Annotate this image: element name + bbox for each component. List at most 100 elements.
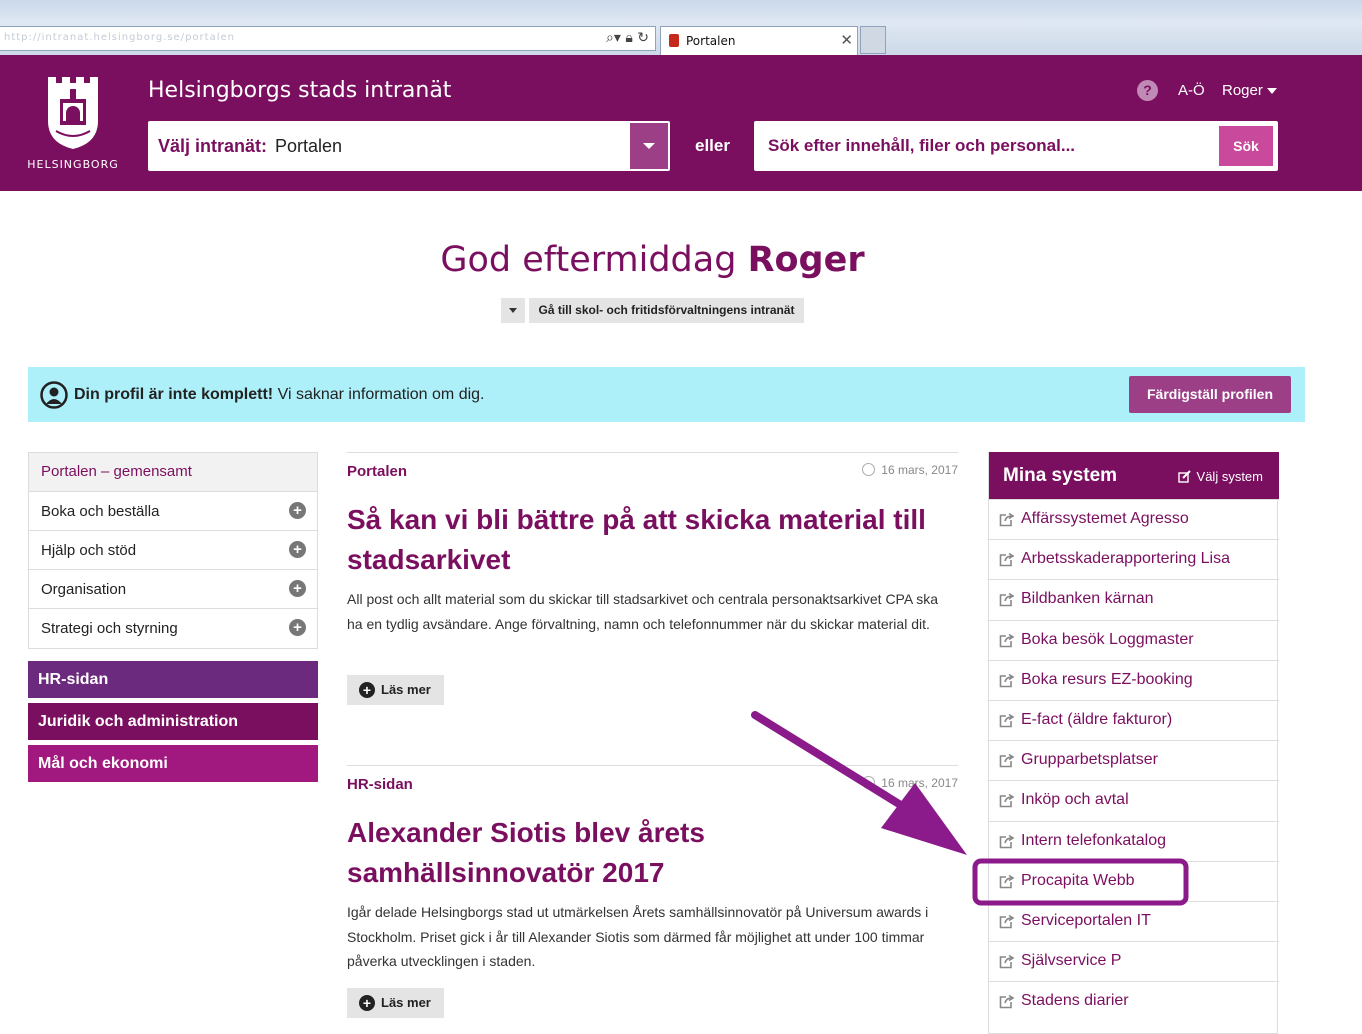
- browser-chrome: http://intranat.helsingborg.se/portalen …: [0, 0, 1362, 55]
- article-title[interactable]: Alexander Siotis blev årets samhällsinno…: [347, 813, 947, 893]
- system-link[interactable]: Stadens diarier: [989, 981, 1279, 1021]
- article-source[interactable]: HR-sidan: [347, 776, 413, 793]
- juridik-button[interactable]: Juridik och administration: [28, 703, 318, 740]
- system-link-label: Inköp och avtal: [1021, 791, 1129, 809]
- external-link-icon: [999, 874, 1015, 889]
- nav-item-label: Organisation: [41, 581, 127, 598]
- article-source[interactable]: Portalen: [347, 463, 407, 480]
- goto-dropdown-button[interactable]: [501, 298, 525, 323]
- expand-plus-icon[interactable]: +: [289, 502, 306, 519]
- search-field[interactable]: Sök efter innehåll, filer och personal..…: [754, 121, 1278, 171]
- refresh-icon[interactable]: ↻: [637, 30, 649, 46]
- mal-ekonomi-button[interactable]: Mål och ekonomi: [28, 745, 318, 782]
- system-link-label: Grupparbetsplatser: [1021, 751, 1158, 769]
- hr-sidan-button[interactable]: HR-sidan: [28, 661, 318, 698]
- external-link-icon: [999, 512, 1015, 527]
- read-more-label: Läs mer: [381, 682, 431, 697]
- nav-head-portalen[interactable]: Portalen – gemensamt: [29, 453, 317, 492]
- system-link[interactable]: Boka resurs EZ-booking: [989, 659, 1279, 700]
- read-more-button[interactable]: + Läs mer: [347, 675, 444, 705]
- intranet-select[interactable]: Välj intranät: Portalen: [148, 121, 670, 171]
- system-link[interactable]: Procapita Webb: [989, 860, 1279, 901]
- user-menu[interactable]: Roger: [1222, 82, 1277, 99]
- browser-tab[interactable]: Portalen ✕: [660, 26, 858, 55]
- helsingborg-logo[interactable]: HELSINGBORG: [26, 75, 120, 175]
- nav-item-hjalp[interactable]: Hjälp och stöd +: [29, 531, 317, 570]
- tab-title: Portalen: [686, 34, 736, 48]
- address-controls[interactable]: ⌕▾ 🔒︎ ↻: [606, 30, 649, 46]
- read-more-label: Läs mer: [381, 995, 431, 1010]
- external-link-icon: [999, 834, 1015, 848]
- external-link-icon: [999, 754, 1015, 768]
- left-navigation: Portalen – gemensamt Boka och beställa + …: [28, 452, 318, 649]
- system-link-label: Boka besök Loggmaster: [1021, 630, 1194, 648]
- my-systems-panel: Mina system Välj system Affärssystemet A…: [988, 452, 1279, 1034]
- plus-circle-icon: +: [359, 995, 375, 1011]
- system-link[interactable]: Serviceportalen IT: [989, 901, 1279, 941]
- system-link[interactable]: Inköp och avtal: [989, 780, 1279, 820]
- choose-systems-link[interactable]: Välj system: [1177, 469, 1263, 484]
- address-bar[interactable]: http://intranat.helsingborg.se/portalen …: [0, 26, 656, 51]
- divider: [347, 765, 958, 766]
- system-link-label: Intern telefonkatalog: [1021, 831, 1166, 849]
- dropdown-toggle-icon[interactable]: [630, 123, 668, 169]
- system-link-label: Stadens diarier: [1021, 992, 1129, 1010]
- system-link-label: Arbetsskaderapportering Lisa: [1021, 550, 1231, 568]
- article-body: All post och allt material som du skicka…: [347, 591, 939, 632]
- plus-circle-icon: +: [359, 682, 375, 698]
- article-title[interactable]: Så kan vi bli bättre på att skicka mater…: [347, 500, 947, 580]
- system-link[interactable]: E-fact (äldre fakturor): [989, 700, 1279, 740]
- site-title[interactable]: Helsingborgs stads intranät: [148, 78, 451, 103]
- banner-text: Din profil är inte komplett! Vi saknar i…: [74, 386, 484, 404]
- banner-message: Vi saknar information om dig.: [273, 386, 485, 403]
- nav-item-boka[interactable]: Boka och beställa +: [29, 492, 317, 531]
- search-input[interactable]: Sök efter innehåll, filer och personal..…: [768, 136, 1075, 156]
- expand-plus-icon[interactable]: +: [289, 580, 306, 597]
- clock-icon: [862, 776, 876, 789]
- read-more-button[interactable]: + Läs mer: [347, 988, 444, 1018]
- news-article: HR-sidan 16 mars, 2017 Alexander Siotis …: [347, 765, 958, 1025]
- nav-item-strategi[interactable]: Strategi och styrning +: [29, 609, 317, 648]
- system-link[interactable]: Boka besök Loggmaster: [989, 619, 1279, 660]
- system-link[interactable]: Arbetsskaderapportering Lisa: [989, 539, 1279, 579]
- complete-profile-button[interactable]: Färdigställ profilen: [1129, 376, 1291, 413]
- system-link-label: Bildbanken kärnan: [1021, 590, 1154, 608]
- intranet-select-label: Välj intranät:: [158, 136, 268, 156]
- goto-intranet-button[interactable]: Gå till skol- och fritidsförvaltningens …: [529, 298, 804, 323]
- greeting-name: Roger: [747, 240, 865, 280]
- greeting-prefix: God eftermiddag: [440, 240, 748, 280]
- system-link[interactable]: Affärssystemet Agresso: [989, 499, 1279, 539]
- article-body: Igår delade Helsingborgs stad ut utmärke…: [347, 904, 929, 969]
- system-link-label: Serviceportalen IT: [1021, 912, 1151, 929]
- new-tab-button[interactable]: [860, 26, 886, 54]
- expand-plus-icon[interactable]: +: [289, 619, 306, 636]
- help-icon[interactable]: ?: [1137, 80, 1158, 101]
- external-link-icon: [999, 553, 1015, 567]
- search-icon[interactable]: ⌕▾: [606, 30, 621, 46]
- a-z-link[interactable]: A-Ö: [1178, 82, 1205, 99]
- clock-icon: [862, 463, 876, 476]
- system-link[interactable]: Intern telefonkatalog: [989, 820, 1279, 861]
- article-date-text: 16 mars, 2017: [881, 463, 958, 477]
- external-link-icon: [999, 633, 1015, 647]
- divider: [347, 452, 958, 453]
- external-link-icon: [999, 995, 1015, 1009]
- lock-icon[interactable]: 🔒︎: [625, 30, 632, 46]
- address-text: http://intranat.helsingborg.se/portalen: [4, 32, 235, 43]
- close-tab-icon[interactable]: ✕: [840, 31, 853, 49]
- logo-text: HELSINGBORG: [27, 158, 119, 171]
- user-profile-icon: [40, 381, 68, 409]
- system-link[interactable]: Bildbanken kärnan: [989, 579, 1279, 619]
- nav-item-organisation[interactable]: Organisation +: [29, 570, 317, 609]
- system-link[interactable]: Grupparbetsplatser: [989, 740, 1279, 780]
- article-date: 16 mars, 2017: [862, 463, 958, 477]
- system-link-label: Boka resurs EZ-booking: [1021, 670, 1193, 688]
- chevron-down-icon: [1266, 88, 1277, 95]
- article-date-text: 16 mars, 2017: [881, 776, 958, 790]
- my-systems-title: Mina system: [1003, 465, 1118, 486]
- favicon-icon: [669, 34, 679, 47]
- banner-bold: Din profil är inte komplett!: [74, 386, 274, 403]
- system-link[interactable]: Självservice P: [989, 941, 1279, 981]
- expand-plus-icon[interactable]: +: [289, 541, 306, 558]
- search-button[interactable]: Sök: [1219, 126, 1273, 166]
